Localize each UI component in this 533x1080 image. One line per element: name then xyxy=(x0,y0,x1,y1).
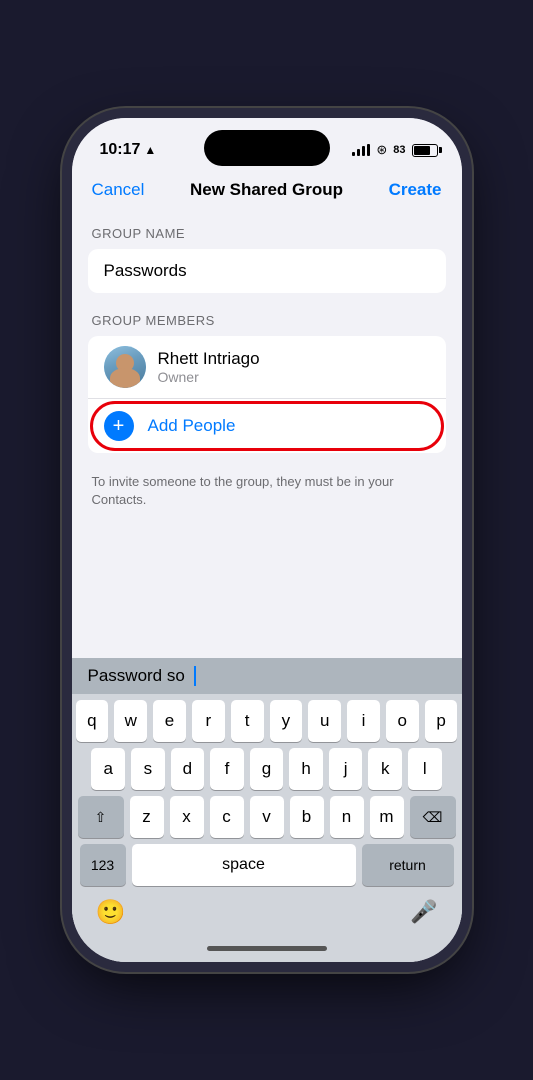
battery-percent: 83 xyxy=(393,144,405,156)
cancel-button[interactable]: Cancel xyxy=(92,180,145,200)
key-i[interactable]: i xyxy=(347,700,380,742)
avatar xyxy=(104,346,146,388)
key-p[interactable]: p xyxy=(425,700,458,742)
key-x[interactable]: x xyxy=(170,796,204,838)
key-row-2: a s d f g h j k l xyxy=(76,748,458,790)
keyboard-rows: q w e r t y u i o p a s d f g h j k xyxy=(72,694,462,890)
mic-icon[interactable]: 🎤 xyxy=(410,899,437,925)
key-q[interactable]: q xyxy=(76,700,109,742)
key-o[interactable]: o xyxy=(386,700,419,742)
shift-key[interactable]: ⇧ xyxy=(78,796,124,838)
text-cursor xyxy=(194,666,196,686)
wifi-icon: ⊛ xyxy=(376,142,387,158)
key-h[interactable]: h xyxy=(289,748,323,790)
key-r[interactable]: r xyxy=(192,700,225,742)
owner-row: Rhett Intriago Owner xyxy=(88,336,446,399)
emoji-icon[interactable]: 🙂 xyxy=(96,898,126,927)
nav-bar: Cancel New Shared Group Create xyxy=(72,168,462,210)
group-members-label: GROUP MEMBERS xyxy=(72,313,462,336)
predictive-bar: Password so xyxy=(72,658,462,694)
content-area: GROUP NAME GROUP MEMBERS Rhett Intriago … xyxy=(72,210,462,525)
numbers-key[interactable]: 123 xyxy=(80,844,126,886)
clock: 10:17 xyxy=(100,141,141,159)
key-e[interactable]: e xyxy=(153,700,186,742)
status-right-icons: ⊛ 83 xyxy=(352,142,437,158)
hint-text: To invite someone to the group, they mus… xyxy=(72,465,462,509)
status-bar: 10:17 ▲ ⊛ 83 xyxy=(72,118,462,168)
dynamic-island xyxy=(204,130,330,166)
status-time: 10:17 ▲ xyxy=(100,141,157,159)
location-icon: ▲ xyxy=(144,143,156,157)
key-b[interactable]: b xyxy=(290,796,324,838)
return-key[interactable]: return xyxy=(362,844,454,886)
key-d[interactable]: d xyxy=(171,748,205,790)
key-n[interactable]: n xyxy=(330,796,364,838)
key-row-3: ⇧ z x c v b n m ⌫ xyxy=(76,796,458,838)
keyboard[interactable]: Password so q w e r t y u i o p a s d xyxy=(72,658,462,962)
key-row-1: q w e r t y u i o p xyxy=(76,700,458,742)
member-card: Rhett Intriago Owner + Add People xyxy=(88,336,446,453)
page-title: New Shared Group xyxy=(190,180,343,200)
key-z[interactable]: z xyxy=(130,796,164,838)
add-people-label[interactable]: Add People xyxy=(148,416,236,436)
home-bar xyxy=(207,946,327,951)
create-button[interactable]: Create xyxy=(389,180,442,200)
key-row-4: 123 space return xyxy=(76,844,458,886)
key-u[interactable]: u xyxy=(308,700,341,742)
annotation-circle xyxy=(90,401,444,451)
plus-icon: + xyxy=(113,416,125,436)
key-j[interactable]: j xyxy=(329,748,363,790)
key-f[interactable]: f xyxy=(210,748,244,790)
key-w[interactable]: w xyxy=(114,700,147,742)
emoji-bar: 🙂 🎤 xyxy=(72,890,462,934)
key-k[interactable]: k xyxy=(368,748,402,790)
member-name: Rhett Intriago xyxy=(158,349,260,369)
phone-frame: 10:17 ▲ ⊛ 83 Cancel New Shared Group Cre… xyxy=(72,118,462,962)
member-info: Rhett Intriago Owner xyxy=(158,349,260,385)
backspace-key[interactable]: ⌫ xyxy=(410,796,456,838)
signal-icon xyxy=(352,144,370,156)
key-t[interactable]: t xyxy=(231,700,264,742)
key-y[interactable]: y xyxy=(270,700,303,742)
key-g[interactable]: g xyxy=(250,748,284,790)
add-people-button[interactable]: + Add People xyxy=(88,399,446,453)
members-section: GROUP MEMBERS Rhett Intriago Owner xyxy=(72,313,462,453)
key-m[interactable]: m xyxy=(370,796,404,838)
key-s[interactable]: s xyxy=(131,748,165,790)
battery-icon xyxy=(412,144,438,157)
group-name-input-container[interactable] xyxy=(88,249,446,293)
space-key[interactable]: space xyxy=(132,844,356,886)
key-v[interactable]: v xyxy=(250,796,284,838)
add-icon-circle: + xyxy=(104,411,134,441)
key-l[interactable]: l xyxy=(408,748,442,790)
home-indicator xyxy=(72,934,462,962)
member-role: Owner xyxy=(158,369,260,385)
group-name-label: GROUP NAME xyxy=(72,226,462,249)
key-a[interactable]: a xyxy=(91,748,125,790)
group-name-input[interactable] xyxy=(104,261,430,281)
key-c[interactable]: c xyxy=(210,796,244,838)
predictive-text: Password so xyxy=(88,666,185,686)
